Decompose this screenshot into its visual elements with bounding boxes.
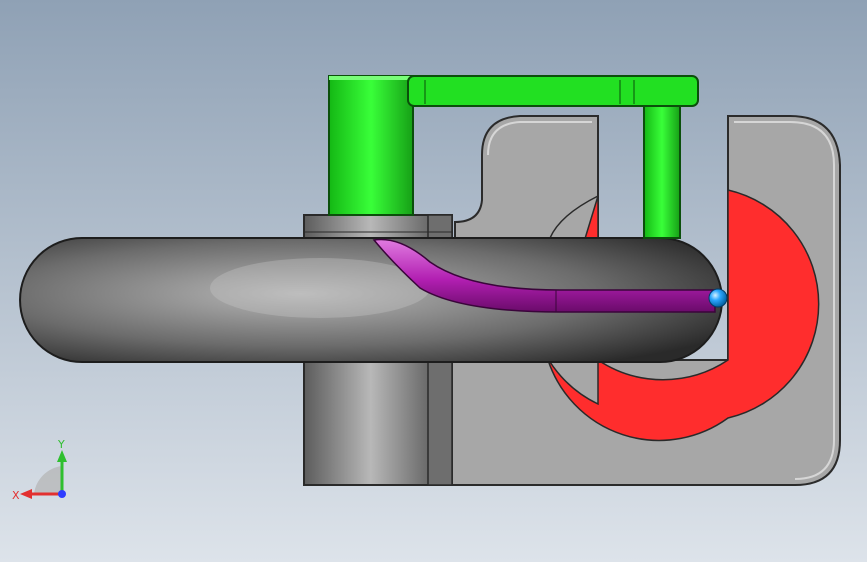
x-axis-label: X (12, 489, 20, 502)
x-arrow-head (20, 489, 32, 499)
y-arrow-head (57, 450, 67, 462)
coordinate-triad: Y X (12, 438, 67, 502)
triad-plane (34, 466, 62, 494)
blue-ball[interactable] (708, 288, 728, 308)
z-axis-dot (58, 490, 66, 498)
cad-viewport[interactable]: Y X (0, 0, 867, 562)
model-scene[interactable] (0, 0, 867, 562)
y-axis-label: Y (57, 438, 65, 451)
